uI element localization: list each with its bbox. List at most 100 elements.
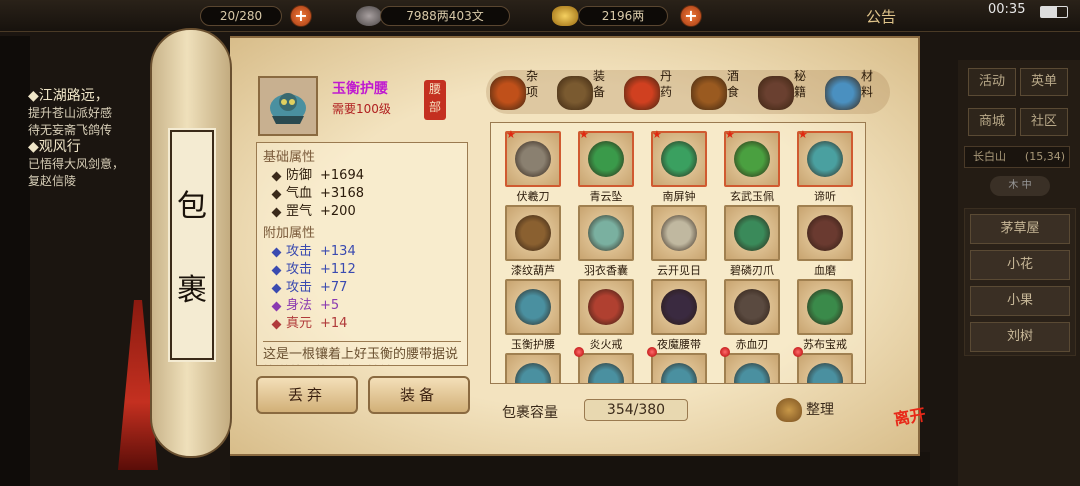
inventory-slot[interactable] bbox=[574, 347, 634, 383]
top-resource-bar: 20/280 + 7988两403文 2196两 + 公告 00:35 bbox=[0, 0, 1080, 32]
item-name-label: 谛听 bbox=[814, 190, 836, 203]
belt-icon bbox=[661, 289, 697, 325]
tab-label: 丹药 bbox=[660, 69, 673, 99]
inventory-slot[interactable]: 云开见日 bbox=[651, 205, 707, 277]
stat-row: 攻击 +77 bbox=[263, 279, 461, 297]
tab-category[interactable]: 丹药 bbox=[624, 69, 688, 114]
inventory-slot[interactable]: ★ 南屏钟 bbox=[651, 128, 707, 203]
claw-icon bbox=[734, 215, 770, 251]
inventory-slot[interactable] bbox=[505, 353, 561, 383]
resource-counter: 20/280 bbox=[200, 6, 282, 26]
quest-title: 江湖路远， bbox=[38, 88, 109, 104]
npc-item[interactable]: 小果 bbox=[970, 286, 1070, 316]
new-item-dot-icon bbox=[574, 347, 584, 357]
dagger-icon bbox=[734, 289, 770, 325]
tab-category[interactable]: 杂项 bbox=[490, 69, 554, 114]
minimap-toggle[interactable]: 木 中 bbox=[990, 176, 1050, 196]
sort-label: 整理 bbox=[806, 402, 834, 418]
slot-frame bbox=[651, 279, 707, 335]
stat-value: +1694 bbox=[320, 168, 364, 183]
stat-name: 身法 bbox=[286, 298, 313, 313]
jade-pendant-icon bbox=[734, 141, 770, 177]
equip-button[interactable]: 装备 bbox=[368, 376, 470, 414]
stat-value: +5 bbox=[320, 298, 340, 313]
slot-frame bbox=[578, 279, 634, 335]
stat-name: 攻击 bbox=[286, 262, 313, 277]
community-button[interactable]: 社区 bbox=[1020, 108, 1068, 136]
item-name-label: 青云坠 bbox=[589, 190, 623, 203]
item-name-label: 云开见日 bbox=[657, 264, 701, 277]
add-gold-button[interactable]: + bbox=[680, 5, 702, 27]
tab-category[interactable]: 材料 bbox=[825, 69, 889, 114]
inventory-slot[interactable]: 玉衡护腰 bbox=[505, 279, 561, 351]
inventory-slot[interactable] bbox=[647, 347, 707, 383]
inventory-slot[interactable]: 赤血刃 bbox=[724, 279, 780, 351]
item-stats-panel[interactable]: 基础属性 防御 +1694 气血 +3168 罡气 +200 附加属性 攻击 +134 攻击 +… bbox=[256, 142, 468, 366]
stat-name: 气血 bbox=[286, 186, 313, 201]
stat-name: 防御 bbox=[286, 168, 313, 183]
location-label[interactable]: 长白山 (15,34) bbox=[964, 146, 1070, 168]
npc-item[interactable]: 刘树 bbox=[970, 322, 1070, 352]
inventory-slot[interactable]: 碧磷刃爪 bbox=[724, 205, 780, 277]
quest-line: 已悟得大风剑意， bbox=[28, 157, 125, 171]
item-name: 玉衡护腰 bbox=[332, 81, 388, 97]
notice-button[interactable]: 公告 bbox=[866, 6, 896, 27]
capacity-value: 354/380 bbox=[584, 399, 688, 421]
new-item-dot-icon bbox=[720, 347, 730, 357]
slot-frame bbox=[578, 205, 634, 261]
inventory-slot[interactable] bbox=[793, 347, 853, 383]
inventory-slot[interactable]: ★ 谛听 bbox=[797, 128, 853, 203]
fire-ring-icon bbox=[588, 289, 624, 325]
bell-icon bbox=[661, 141, 697, 177]
discard-button[interactable]: 丢弃 bbox=[256, 376, 358, 414]
quest-tracker[interactable]: ◆江湖路远， 提升苍山派好感 待无妄斋飞鸽传 ◆观风行 已悟得大风剑意， 复赵信… bbox=[28, 88, 158, 190]
inventory-slot[interactable]: 血磨 bbox=[797, 205, 853, 277]
item-name-label: 玉衡护腰 bbox=[511, 338, 555, 351]
inventory-title: 包 裹 bbox=[168, 128, 216, 362]
inventory-slot[interactable]: 夜魔腰带 bbox=[651, 279, 707, 351]
quest-line: 待无妄斋飞鸽传 bbox=[28, 123, 113, 137]
menu-button[interactable]: 英单 bbox=[1020, 68, 1068, 96]
tab-category[interactable]: 装备 bbox=[557, 69, 621, 114]
diamond-bullet-icon bbox=[271, 319, 282, 329]
item-name-label: 漆纹葫芦 bbox=[511, 264, 555, 277]
jade-pendant-icon bbox=[588, 141, 624, 177]
activity-button[interactable]: 活动 bbox=[968, 68, 1016, 96]
stat-value: +3168 bbox=[320, 186, 364, 201]
slot-frame bbox=[797, 353, 853, 383]
tab-category[interactable]: 秘籍 bbox=[758, 69, 822, 114]
npc-item[interactable]: 茅草屋 bbox=[970, 214, 1070, 244]
npc-item[interactable]: 小花 bbox=[970, 250, 1070, 280]
stat-name: 攻击 bbox=[286, 280, 313, 295]
books-icon bbox=[758, 76, 794, 110]
item-name-label: 血磨 bbox=[814, 264, 836, 277]
diamond-bullet-icon bbox=[271, 301, 282, 311]
slot-frame bbox=[724, 353, 780, 383]
new-item-dot-icon bbox=[793, 347, 803, 357]
add-resource-button[interactable]: + bbox=[290, 5, 312, 27]
belt-icon bbox=[515, 363, 551, 383]
tab-category[interactable]: 酒食 bbox=[691, 69, 755, 114]
item-name-label: 碧磷刃爪 bbox=[730, 264, 774, 277]
inventory-slot[interactable]: ★ 伏羲刀 bbox=[505, 128, 561, 203]
inventory-slot[interactable]: ★ 青云坠 bbox=[578, 128, 634, 203]
item-name-label: 玄武玉佩 bbox=[730, 190, 774, 203]
stat-name: 罡气 bbox=[286, 204, 313, 219]
pill-icon bbox=[624, 76, 660, 110]
shop-button[interactable]: 商城 bbox=[968, 108, 1016, 136]
belt-icon bbox=[515, 289, 551, 325]
category-tabs: 杂项 装备 丹药 酒食 秘籍 材料 bbox=[486, 69, 890, 114]
inventory-slot[interactable] bbox=[720, 347, 780, 383]
inventory-slot[interactable]: 漆纹葫芦 bbox=[505, 205, 561, 277]
inventory-grid[interactable]: ★ 伏羲刀 ★ 青云坠 ★ 南屏钟 ★ 玄武玉佩 ★ 谛听漆纹葫芦 羽衣香囊 云开见日 碧磷刃爪 血磨玉衡… bbox=[490, 122, 866, 384]
inventory-slot[interactable]: ★ 玄武玉佩 bbox=[724, 128, 780, 203]
stat-name: 真元 bbox=[286, 316, 313, 331]
inventory-slot[interactable]: 羽衣香囊 bbox=[578, 205, 634, 277]
inventory-slot[interactable]: 炎火戒 bbox=[578, 279, 634, 351]
battery-icon bbox=[1040, 6, 1068, 18]
diamond-bullet-icon bbox=[271, 189, 282, 199]
silver-amount: 7988两403文 bbox=[380, 6, 510, 26]
sort-button[interactable]: 整理 bbox=[776, 396, 846, 424]
leave-button[interactable]: 离开 bbox=[892, 402, 945, 455]
inventory-slot[interactable]: 苏布宝戒 bbox=[797, 279, 853, 351]
